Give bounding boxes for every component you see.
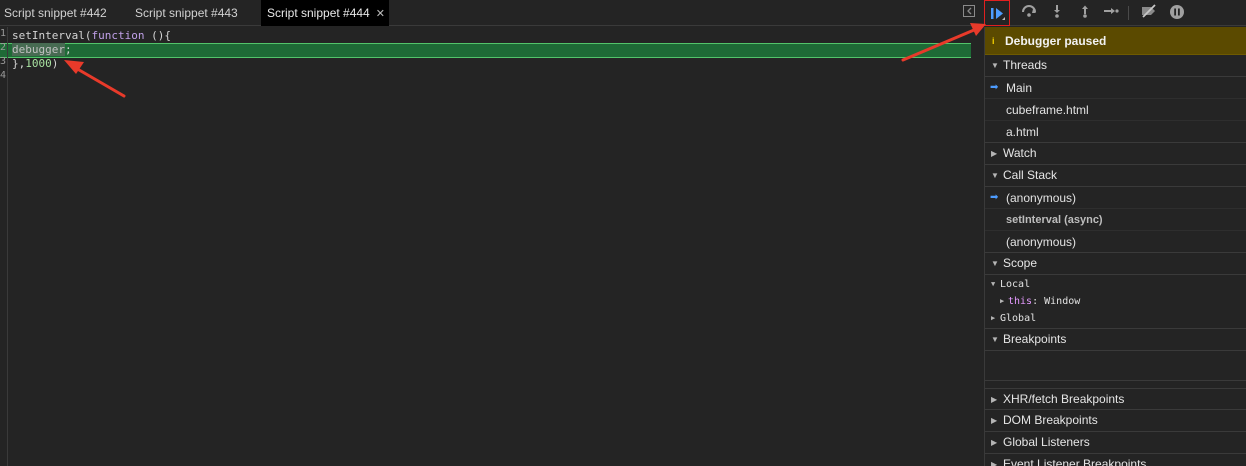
info-icon: i (992, 36, 995, 46)
thread-label: Main (1006, 81, 1033, 95)
thread-item[interactable]: a.html (985, 121, 1246, 143)
code-token: ) (51, 57, 59, 70)
code-token: (){ (144, 29, 171, 42)
section-title: Event Listener Breakpoints (1003, 457, 1147, 466)
watch-section-header[interactable]: ▶ Watch (985, 143, 1246, 165)
toggle-navigator-icon[interactable] (960, 4, 978, 22)
toolbar-divider (1128, 6, 1129, 20)
chevron-right-icon: ▶ (991, 460, 998, 466)
step-icon[interactable] (1102, 4, 1120, 22)
debugger-toolbar (956, 0, 1246, 26)
code-lines: setInterval(function (){debugger;},1000) (12, 29, 171, 85)
section-title: Call Stack (1003, 168, 1058, 182)
chevron-right-icon: ▶ (1000, 297, 1005, 305)
scope-label: Global (1000, 313, 1037, 324)
breakpoints-list (985, 351, 1246, 381)
section-title: Watch (1003, 146, 1037, 160)
line-number-gutter[interactable]: 1 2 3 4 (0, 27, 8, 466)
scope-section-header[interactable]: ▼ Scope (985, 253, 1246, 275)
pause-on-exceptions-icon[interactable] (1168, 4, 1186, 22)
thread-item[interactable]: cubeframe.html (985, 99, 1246, 121)
debugger-sidebar: i Debugger paused ▼ Threads ➡ Main cubefra… (984, 27, 1246, 466)
close-icon[interactable]: ✕ (376, 1, 385, 27)
line-number[interactable]: 2 (0, 41, 7, 55)
chevron-down-icon: ▼ (991, 280, 996, 288)
thread-item-main[interactable]: ➡ Main (985, 77, 1246, 99)
chevron-right-icon: ▶ (991, 416, 998, 425)
section-title: Breakpoints (1003, 332, 1067, 346)
frame-label: (anonymous) (1006, 191, 1077, 205)
dom-breakpoints-section-header[interactable]: ▶ DOM Breakpoints (985, 410, 1246, 432)
thread-label: cubeframe.html (1006, 103, 1089, 117)
scope-property[interactable]: ▶ this: Window (985, 293, 1246, 310)
code-token-fn: function (91, 29, 145, 42)
property-colon: : (1032, 296, 1045, 307)
chevron-right-icon: ▶ (991, 395, 998, 404)
code-editor[interactable]: 1 2 3 4 setInterval(function (){debugger… (0, 27, 973, 466)
resume-icon (991, 8, 1005, 20)
code-line[interactable]: setInterval(function (){ (12, 29, 171, 43)
step-out-icon[interactable] (1076, 4, 1094, 22)
section-title: Scope (1003, 256, 1038, 270)
scope-label: Local (1000, 279, 1031, 290)
resume-button[interactable] (984, 0, 1010, 26)
code-token: ; (64, 43, 72, 56)
event-listener-breakpoints-section-header[interactable]: ▶ Event Listener Breakpoints (985, 454, 1246, 466)
tab-label: Script snippet #442 (4, 6, 107, 20)
xhr-breakpoints-section-header[interactable]: ▶ XHR/fetch Breakpoints (985, 388, 1246, 410)
debugger-paused-banner: i Debugger paused (985, 27, 1246, 55)
section-title: Global Listeners (1003, 435, 1090, 449)
chevron-down-icon: ▼ (991, 259, 999, 268)
current-arrow-icon: ➡ (990, 192, 999, 203)
call-stack-section-header[interactable]: ▼ Call Stack (985, 165, 1246, 187)
deactivate-breakpoints-icon[interactable] (1140, 4, 1158, 22)
property-name: this (1008, 296, 1033, 307)
line-number[interactable]: 3 (0, 55, 7, 69)
current-arrow-icon: ➡ (990, 82, 999, 93)
call-frame[interactable]: (anonymous) (985, 231, 1246, 253)
editor-tab-strip: Script snippet #442 Script snippet #443 … (0, 0, 973, 26)
line-number[interactable]: 1 (0, 27, 7, 41)
code-line[interactable]: debugger; (12, 43, 171, 57)
scope-tree: ▼ Local ▶ this: Window ▶ Global (985, 275, 1246, 329)
banner-text: Debugger paused (1005, 34, 1107, 48)
chevron-right-icon: ▶ (991, 438, 998, 447)
code-token: setInterval( (12, 29, 92, 42)
step-into-icon[interactable] (1048, 4, 1066, 22)
tab-script-snippet-442[interactable]: Script snippet #442 (0, 0, 128, 26)
chevron-right-icon: ▶ (991, 314, 996, 322)
call-frame[interactable]: ➡ (anonymous) (985, 187, 1246, 209)
code-line[interactable] (12, 71, 171, 85)
frame-label: (anonymous) (1006, 235, 1077, 249)
chevron-right-icon: ▶ (991, 149, 998, 158)
chevron-down-icon: ▼ (991, 171, 999, 180)
code-line[interactable]: },1000) (12, 57, 171, 71)
property-value: Window (1044, 296, 1081, 307)
code-token: }, (12, 57, 26, 70)
tab-script-snippet-443[interactable]: Script snippet #443 (131, 0, 259, 26)
code-token-dbg: debugger (12, 43, 65, 56)
step-over-icon[interactable] (1020, 4, 1038, 22)
async-frame-separator: setInterval (async) (985, 209, 1246, 231)
code-token-num: 1000 (25, 57, 52, 70)
breakpoints-section-header[interactable]: ▼ Breakpoints (985, 329, 1246, 351)
tab-script-snippet-444[interactable]: Script snippet #444 ✕ (261, 0, 389, 26)
scope-global[interactable]: ▶ Global (985, 310, 1246, 329)
chevron-down-icon: ▼ (991, 61, 999, 70)
frame-label: setInterval (async) (1006, 214, 1103, 226)
section-title: XHR/fetch Breakpoints (1003, 392, 1125, 406)
line-number[interactable]: 4 (0, 69, 7, 83)
scope-local[interactable]: ▼ Local (985, 276, 1246, 293)
global-listeners-section-header[interactable]: ▶ Global Listeners (985, 432, 1246, 454)
section-title: Threads (1003, 58, 1048, 72)
chevron-down-icon: ▼ (991, 335, 999, 344)
tab-label: Script snippet #443 (135, 6, 238, 20)
thread-label: a.html (1006, 125, 1039, 139)
tab-label: Script snippet #444 (267, 6, 370, 20)
threads-section-header[interactable]: ▼ Threads (985, 55, 1246, 77)
section-title: DOM Breakpoints (1003, 413, 1098, 427)
